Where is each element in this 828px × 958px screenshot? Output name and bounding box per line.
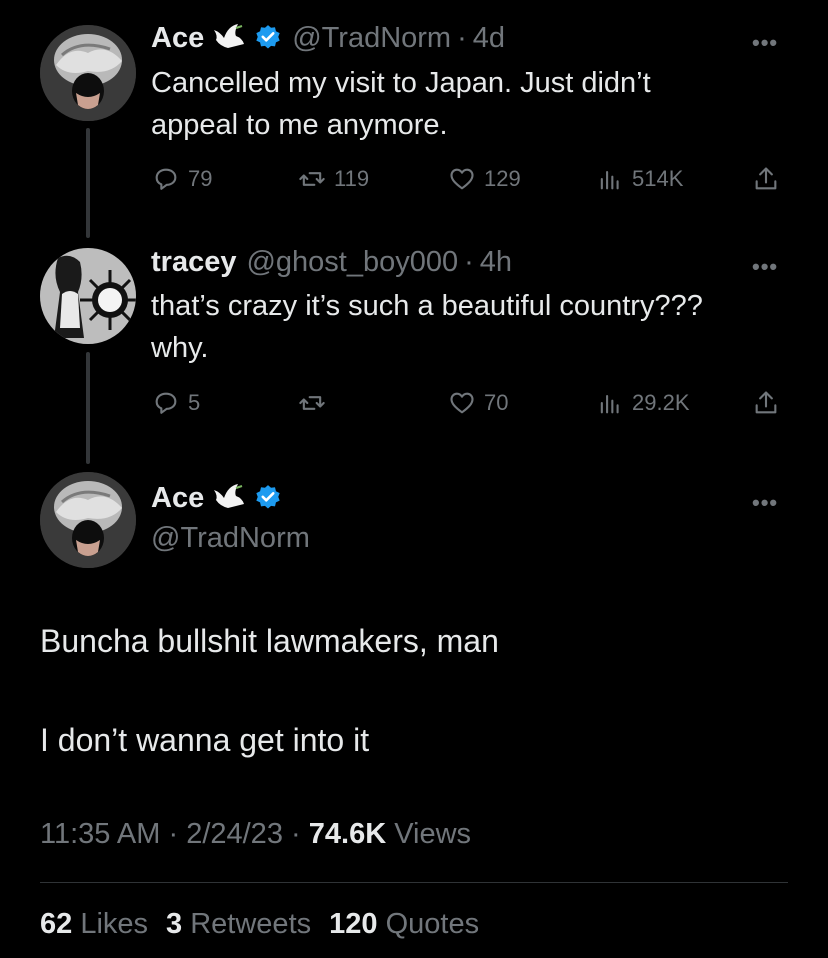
- retweet-icon: [299, 396, 325, 410]
- tweet1-retweets: 119: [334, 166, 370, 191]
- likes-count: 62: [40, 908, 73, 940]
- verified-icon: [254, 24, 282, 52]
- likes-stat[interactable]: 62 Likes: [40, 908, 148, 941]
- tweet1-header: Ace @TradNorm · 4d: [151, 20, 505, 56]
- tweet2-reply-button[interactable]: 5: [152, 389, 200, 417]
- main-name[interactable]: Ace: [151, 480, 204, 516]
- tweet2-views-button[interactable]: 29.2K: [596, 389, 690, 417]
- quotes-count: 120: [329, 908, 378, 940]
- tweet2-retweet-button[interactable]: [298, 389, 334, 417]
- tweet2-share-button[interactable]: [752, 389, 788, 417]
- tweet1-text: Cancelled my visit to Japan. Just didn’t…: [151, 67, 651, 141]
- verified-icon: [254, 484, 282, 512]
- avatar-ace[interactable]: [40, 25, 136, 121]
- tweet1-more-button[interactable]: •••: [752, 30, 778, 56]
- like-icon: [450, 392, 474, 414]
- tweet1-like-button[interactable]: 129: [448, 165, 521, 193]
- tweet1-share-button[interactable]: [752, 165, 788, 193]
- main-views-label: Views: [394, 818, 472, 850]
- main-text-line1: Buncha bullshit lawmakers, man: [40, 623, 499, 659]
- quotes-label: Quotes: [385, 908, 480, 940]
- main-time[interactable]: 11:35 AM: [40, 818, 160, 850]
- tweet1-time[interactable]: 4d: [473, 20, 505, 56]
- like-icon: [450, 168, 474, 190]
- share-icon: [755, 167, 777, 190]
- avatar-tracey[interactable]: [40, 248, 136, 344]
- main-timestamp-row: 11:35 AM · 2/24/23 · 74.6K Views: [40, 818, 471, 851]
- likes-label: Likes: [80, 908, 149, 940]
- thread-line: [86, 128, 90, 238]
- tweet2-handle[interactable]: @ghost_boy000: [246, 244, 458, 280]
- tweet2-time[interactable]: 4h: [480, 244, 512, 280]
- dove-emoji: [210, 482, 246, 514]
- divider: [40, 882, 788, 883]
- retweets-count: 3: [166, 908, 183, 940]
- views-icon: [600, 394, 619, 414]
- tweet1-views-button[interactable]: 514K: [596, 165, 683, 193]
- tweet2-header: tracey @ghost_boy000 · 4h: [151, 244, 512, 280]
- dove-emoji: [210, 22, 246, 54]
- main-handle[interactable]: @TradNorm: [151, 520, 310, 556]
- engagement-stats: 62 Likes 3 Retweets 120 Quotes: [40, 908, 479, 941]
- tweet2-likes: 70: [484, 390, 509, 415]
- tweet1-replies: 79: [188, 166, 213, 191]
- thread-line-2: [86, 352, 90, 464]
- tweet1-dot: ·: [457, 22, 467, 54]
- share-icon: [755, 391, 777, 414]
- retweets-label: Retweets: [190, 908, 312, 940]
- tweet2-text: that’s crazy it’s such a beautiful count…: [151, 290, 703, 364]
- tweet1-name[interactable]: Ace: [151, 20, 204, 56]
- tweet2-name[interactable]: tracey: [151, 244, 236, 280]
- avatar-ace-main[interactable]: [40, 472, 136, 568]
- main-date[interactable]: 2/24/23: [186, 818, 283, 850]
- meta-dot-1: ·: [168, 818, 179, 850]
- tweet1-views: 514K: [632, 166, 684, 191]
- tweet1-retweet-button[interactable]: 119: [298, 165, 369, 193]
- tweet1-likes: 129: [484, 166, 521, 191]
- reply-icon: [155, 168, 177, 190]
- main-views-count: 74.6K: [308, 818, 387, 850]
- tweet1-handle[interactable]: @TradNorm: [292, 20, 451, 56]
- main-header: Ace: [151, 480, 282, 516]
- quotes-stat[interactable]: 120 Quotes: [329, 908, 479, 941]
- tweet2-views: 29.2K: [632, 390, 690, 415]
- retweet-icon: [299, 172, 325, 186]
- tweet2-replies: 5: [188, 390, 201, 415]
- tweet2-like-button[interactable]: 70: [448, 389, 508, 417]
- main-more-button[interactable]: •••: [752, 490, 778, 516]
- main-text-line2: I don’t wanna get into it: [40, 722, 370, 758]
- reply-icon: [155, 392, 177, 414]
- meta-dot-2: ·: [291, 818, 301, 850]
- tweet2-more-button[interactable]: •••: [752, 254, 778, 280]
- retweets-stat[interactable]: 3 Retweets: [166, 908, 311, 941]
- tweet1-reply-button[interactable]: 79: [152, 165, 212, 193]
- views-icon: [600, 170, 619, 190]
- tweet2-dot: ·: [464, 246, 474, 278]
